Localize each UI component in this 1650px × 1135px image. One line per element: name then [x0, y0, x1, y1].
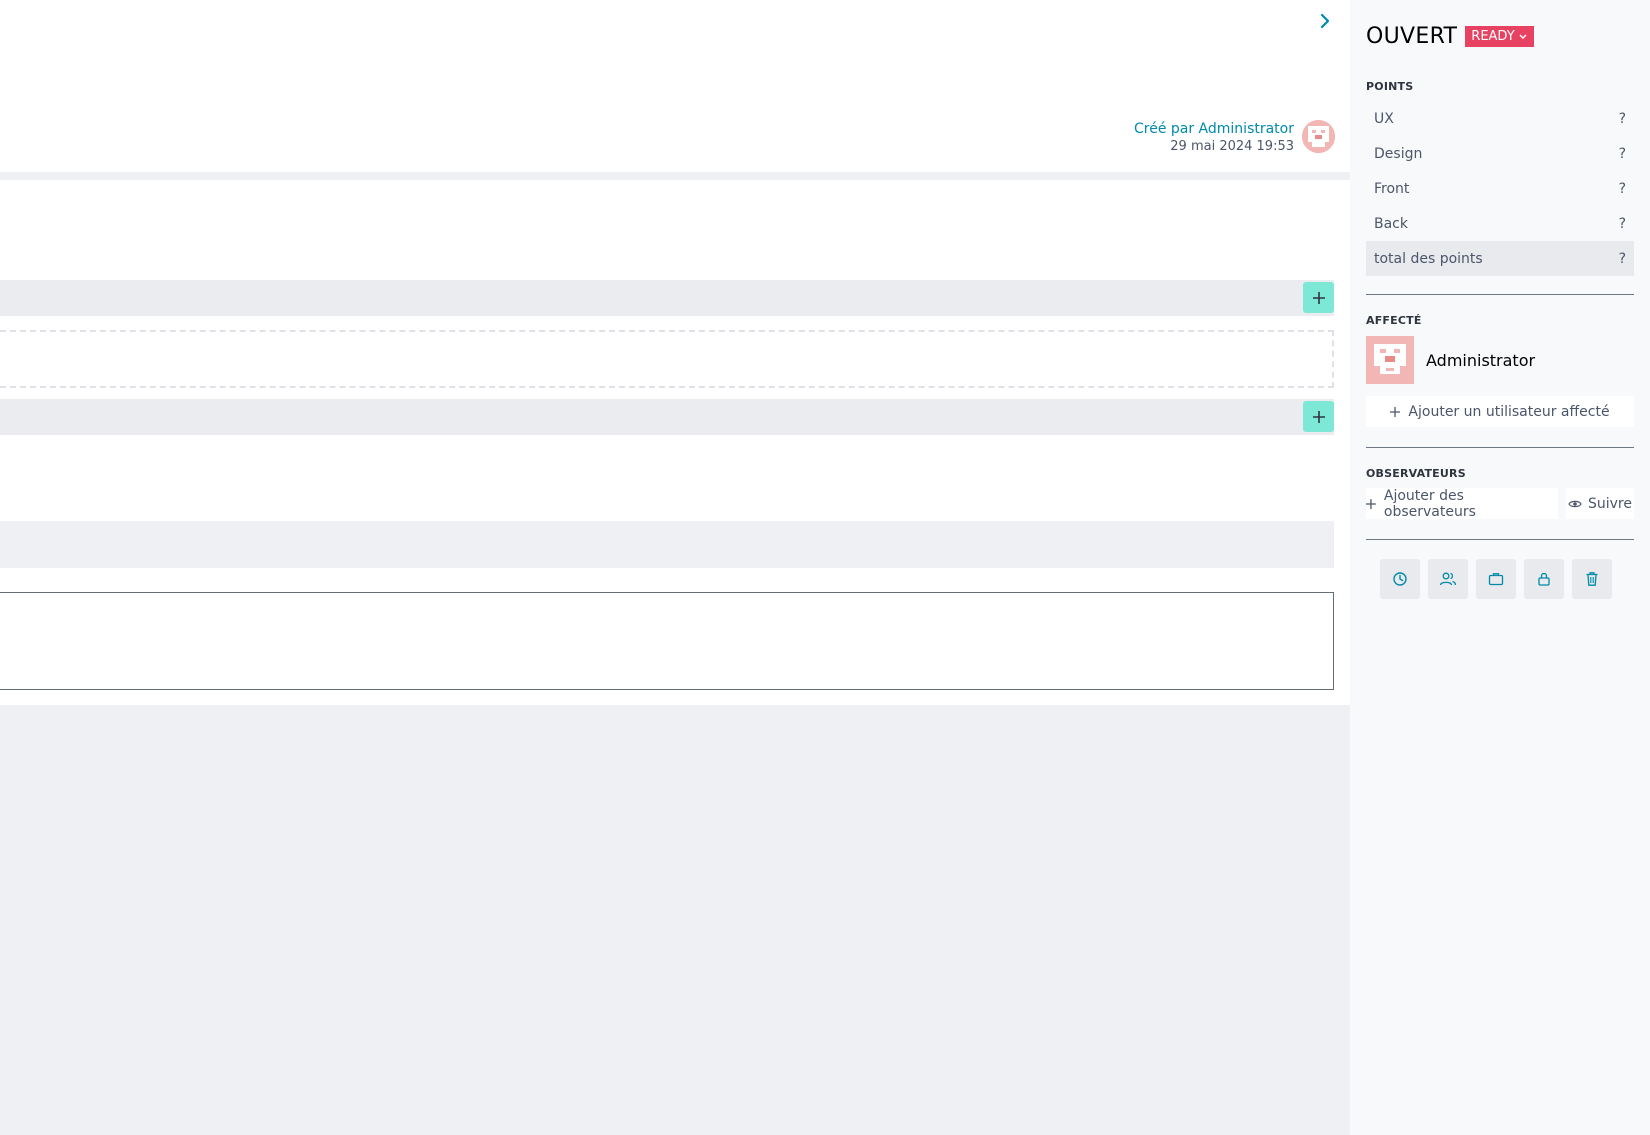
- point-name: Back: [1374, 215, 1408, 232]
- delete-button[interactable]: [1572, 559, 1612, 599]
- add-button[interactable]: [1303, 401, 1334, 432]
- point-value: ?: [1618, 145, 1626, 162]
- briefcase-icon: [1488, 573, 1504, 586]
- point-row-design[interactable]: Design ?: [1366, 136, 1634, 171]
- add-button[interactable]: [1303, 282, 1334, 313]
- clock-icon: [1393, 572, 1407, 586]
- point-row-ux[interactable]: UX ?: [1366, 101, 1634, 136]
- comment-input[interactable]: [0, 592, 1334, 690]
- chevron-down-icon: [1519, 34, 1527, 39]
- plus-icon: [1312, 410, 1325, 423]
- issue-header: Créé par Administrator 29 mai 2024 19:53: [0, 0, 1350, 172]
- point-name: total des points: [1374, 250, 1483, 267]
- status-row: OUVERT READY: [1366, 24, 1534, 49]
- lock-icon: [1538, 572, 1550, 586]
- client-requirement-button[interactable]: [1476, 559, 1516, 599]
- plus-icon: [1312, 291, 1325, 304]
- follow-label: Suivre: [1588, 495, 1632, 512]
- issue-content: [0, 180, 1350, 705]
- created-by-link[interactable]: Créé par Administrator: [1134, 120, 1294, 138]
- point-value: ?: [1618, 180, 1626, 197]
- points-label: POINTS: [1366, 80, 1414, 93]
- status-badge[interactable]: READY: [1465, 26, 1534, 47]
- point-row-front[interactable]: Front ?: [1366, 171, 1634, 206]
- divider: [1366, 539, 1634, 540]
- point-name: Front: [1374, 180, 1410, 197]
- creator-avatar[interactable]: [1302, 120, 1335, 153]
- issue-sidebar: OUVERT READY POINTS UX ? Design ? Front …: [1350, 0, 1650, 1135]
- assignee[interactable]: Administrator: [1366, 336, 1535, 384]
- due-date-button[interactable]: [1380, 559, 1420, 599]
- points-list: UX ? Design ? Front ? Back ? total des p…: [1366, 101, 1634, 276]
- assignee-name: Administrator: [1426, 350, 1536, 370]
- status-title: OUVERT: [1366, 24, 1458, 49]
- watchers-row: Ajouter des observateurs Suivre: [1366, 487, 1634, 520]
- users-icon: [1439, 572, 1457, 586]
- created-date: 29 mai 2024 19:53: [1170, 139, 1294, 154]
- team-requirement-button[interactable]: [1428, 559, 1468, 599]
- add-assignee-label: Ajouter un utilisateur affecté: [1408, 403, 1610, 420]
- section-bar-related: [0, 399, 1334, 435]
- watchers-label: OBSERVATEURS: [1366, 467, 1466, 480]
- trash-icon: [1586, 572, 1598, 586]
- plus-icon: [1390, 406, 1401, 417]
- assigned-label: AFFECTÉ: [1366, 314, 1422, 327]
- point-name: Design: [1374, 145, 1423, 162]
- point-row-total: total des points ?: [1366, 241, 1634, 276]
- divider: [1366, 447, 1634, 448]
- follow-button[interactable]: Suivre: [1566, 488, 1634, 519]
- header-separator: [0, 172, 1350, 180]
- eye-icon: [1568, 500, 1582, 507]
- add-assignee-button[interactable]: Ajouter un utilisateur affecté: [1366, 396, 1634, 427]
- divider: [1366, 294, 1634, 295]
- add-watchers-label: Ajouter des observateurs: [1383, 487, 1476, 520]
- activity-tabs: [0, 521, 1334, 568]
- point-value: ?: [1618, 215, 1626, 232]
- block-button[interactable]: [1524, 559, 1564, 599]
- point-name: UX: [1374, 110, 1394, 127]
- collapse-sidebar-button[interactable]: [1314, 10, 1336, 32]
- point-value: ?: [1618, 250, 1626, 267]
- status-badge-label: READY: [1471, 29, 1515, 44]
- section-bar-attachments: [0, 280, 1334, 316]
- issue-actions: [1380, 559, 1612, 599]
- point-value: ?: [1618, 110, 1626, 127]
- plus-icon: [1366, 498, 1376, 509]
- add-watchers-button[interactable]: Ajouter des observateurs: [1366, 487, 1558, 520]
- attachments-dropzone[interactable]: [0, 330, 1334, 388]
- main-panel: Créé par Administrator 29 mai 2024 19:53: [0, 0, 1350, 1135]
- creator-info: Créé par Administrator 29 mai 2024 19:53: [1134, 120, 1294, 156]
- chevron-right-icon: [1320, 14, 1330, 28]
- avatar: [1366, 336, 1414, 384]
- point-row-back[interactable]: Back ?: [1366, 206, 1634, 241]
